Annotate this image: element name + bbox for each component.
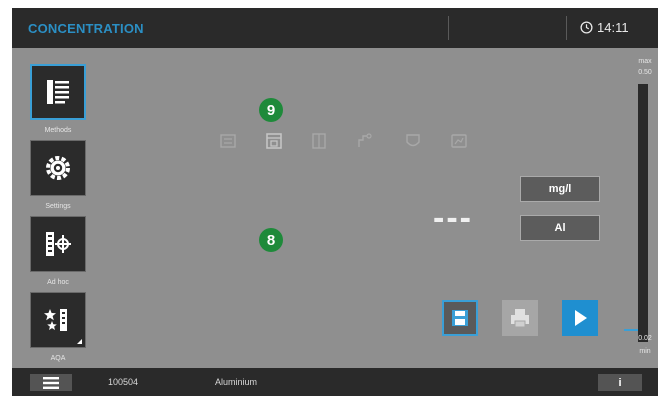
tool-4-icon[interactable] bbox=[356, 132, 374, 150]
callout-9: 9 bbox=[259, 98, 283, 122]
save-button[interactable] bbox=[442, 300, 478, 336]
sidebar-item-settings[interactable] bbox=[30, 140, 86, 196]
sidebar-item-label: AQA bbox=[50, 355, 66, 362]
callout-8: 8 bbox=[259, 228, 283, 252]
settings-gear-icon bbox=[46, 156, 70, 180]
tool-2-icon[interactable] bbox=[265, 132, 283, 150]
top-bar-divider bbox=[448, 16, 449, 40]
range-min-label: min bbox=[639, 348, 651, 355]
start-button[interactable] bbox=[562, 300, 598, 336]
aqa-stars-icon bbox=[44, 309, 67, 331]
method-name: Aluminium bbox=[215, 377, 258, 387]
play-icon bbox=[575, 310, 587, 326]
tool-5-icon[interactable] bbox=[404, 132, 422, 150]
top-bar-divider bbox=[566, 16, 567, 40]
result-value: --- bbox=[433, 201, 473, 235]
tool-3-icon[interactable] bbox=[310, 132, 328, 150]
menu-button[interactable] bbox=[30, 374, 72, 391]
range-min-value: 0.02 bbox=[638, 335, 652, 342]
sidebar-item-ad-hoc[interactable] bbox=[30, 216, 86, 272]
hamburger-menu-icon bbox=[43, 376, 59, 389]
sidebar-item-label: Ad hoc bbox=[47, 279, 69, 286]
sidebar-item-label: Methods bbox=[44, 127, 72, 134]
range-max-label: max bbox=[638, 58, 652, 65]
methods-list-icon bbox=[47, 80, 69, 104]
sidebar-item-label: Settings bbox=[45, 203, 71, 210]
tool-1-icon[interactable] bbox=[219, 132, 237, 150]
print-icon bbox=[511, 309, 529, 328]
status-bar: 100504 Aluminium i bbox=[12, 368, 658, 396]
sidebar-item-aqa[interactable] bbox=[30, 292, 86, 348]
clock-time: 14:11 bbox=[597, 20, 629, 35]
method-id: 100504 bbox=[108, 377, 139, 387]
range-low-marker bbox=[624, 329, 638, 331]
clock: 14:11 bbox=[580, 20, 629, 35]
unit-button[interactable]: mg/l bbox=[520, 176, 600, 202]
result-value-text: --- bbox=[433, 199, 473, 237]
page-title: CONCENTRATION bbox=[28, 21, 144, 36]
save-icon bbox=[452, 310, 468, 326]
range-bar bbox=[638, 84, 648, 342]
tool-6-icon[interactable] bbox=[450, 132, 468, 150]
top-bar: CONCENTRATION 14:11 bbox=[12, 8, 658, 48]
clock-icon bbox=[580, 21, 593, 34]
species-button[interactable]: Al bbox=[520, 215, 600, 241]
device-screen: CONCENTRATION 14:11 Methods Settings Ad … bbox=[12, 8, 658, 396]
corner-marker-icon bbox=[77, 339, 82, 344]
sidebar-item-methods[interactable] bbox=[30, 64, 86, 120]
print-button[interactable] bbox=[502, 300, 538, 336]
ad-hoc-icon bbox=[46, 232, 71, 256]
range-max-value: 0.50 bbox=[638, 69, 652, 76]
info-button[interactable]: i bbox=[598, 374, 642, 391]
